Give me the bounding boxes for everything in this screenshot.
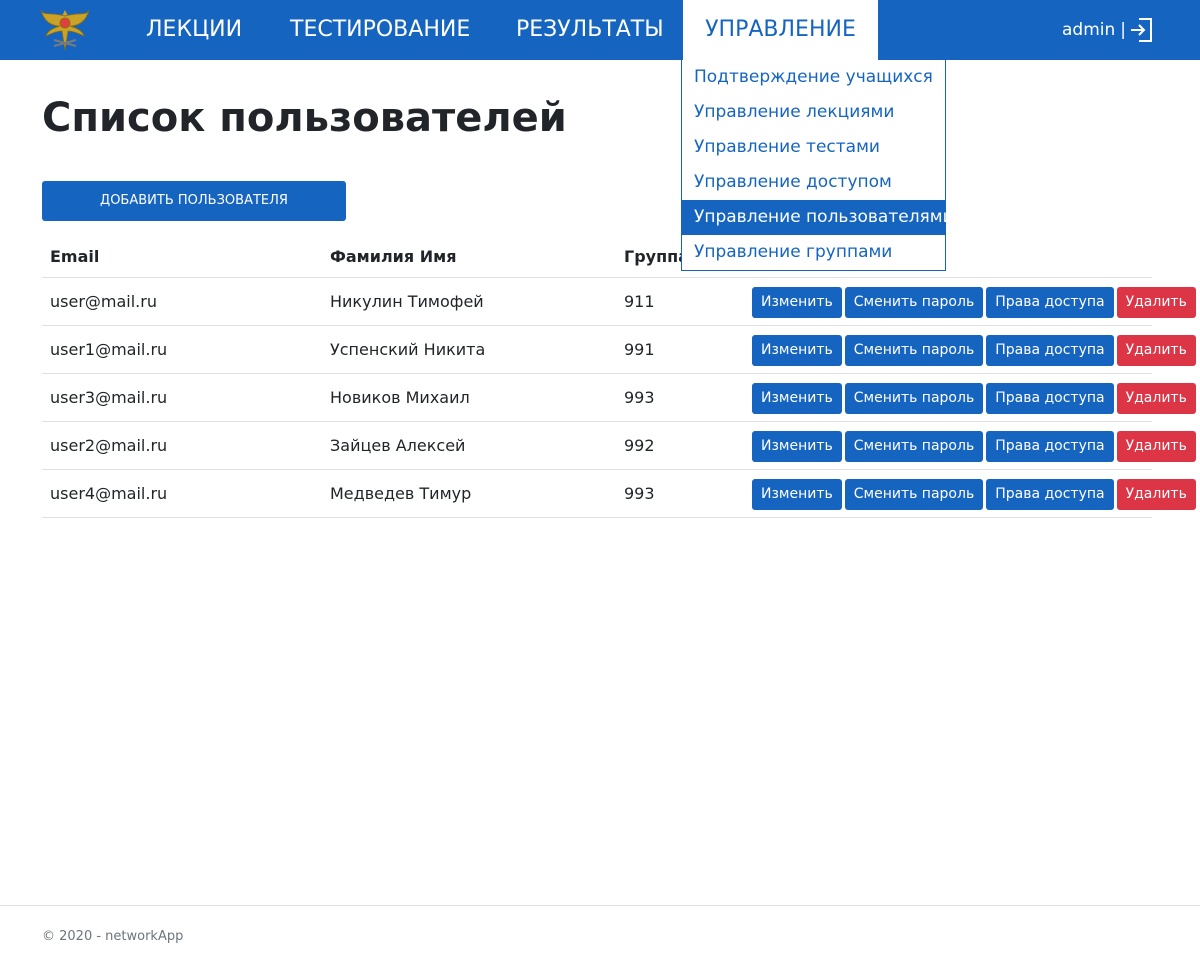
cell-group: 991 (624, 340, 655, 359)
dropdown-item-manage-groups[interactable]: Управление группами (682, 235, 945, 270)
footer-copyright: © 2020 - networkApp (42, 929, 184, 944)
row-actions: Изменить Сменить пароль Права доступа Уд… (752, 431, 1196, 462)
page-title: Список пользователей (42, 95, 567, 141)
access-rights-button[interactable]: Права доступа (986, 479, 1114, 510)
user-area: admin | (1062, 0, 1154, 60)
row-actions: Изменить Сменить пароль Права доступа Уд… (752, 335, 1196, 366)
row-actions: Изменить Сменить пароль Права доступа Уд… (752, 479, 1196, 510)
user-separator: | (1120, 20, 1126, 40)
username[interactable]: admin (1062, 20, 1115, 40)
change-password-button[interactable]: Сменить пароль (844, 383, 984, 414)
table-row: user2@mail.ru Зайцев Алексей 992 Изменит… (42, 422, 1196, 470)
cell-group: 992 (624, 436, 655, 455)
edit-button[interactable]: Изменить (752, 287, 842, 318)
table-header: Email Фамилия Имя Группа (42, 237, 1152, 278)
delete-button[interactable]: Удалить (1116, 287, 1196, 318)
cell-email: user3@mail.ru (50, 388, 168, 407)
delete-button[interactable]: Удалить (1116, 383, 1196, 414)
cell-group: 993 (624, 484, 655, 503)
change-password-button[interactable]: Сменить пароль (844, 335, 984, 366)
cell-group: 993 (624, 388, 655, 407)
cell-name: Медведев Тимур (330, 484, 472, 503)
table-row: user1@mail.ru Успенский Никита 991 Измен… (42, 326, 1196, 374)
cell-email: user@mail.ru (50, 292, 157, 311)
change-password-button[interactable]: Сменить пароль (844, 431, 984, 462)
delete-button[interactable]: Удалить (1116, 479, 1196, 510)
edit-button[interactable]: Изменить (752, 335, 842, 366)
change-password-button[interactable]: Сменить пароль (844, 479, 984, 510)
cell-email: user2@mail.ru (50, 436, 168, 455)
row-actions: Изменить Сменить пароль Права доступа Уд… (752, 383, 1196, 414)
footer: © 2020 - networkApp (0, 905, 1200, 960)
eagle-emblem-icon[interactable] (40, 6, 90, 52)
nav-results[interactable]: Результаты (516, 0, 664, 60)
nav-lectures[interactable]: Лекции (146, 0, 242, 60)
dropdown-item-manage-users[interactable]: Управление пользователями (682, 200, 954, 235)
edit-button[interactable]: Изменить (752, 431, 842, 462)
navbar: Лекции Тестирование Результаты Управлени… (0, 0, 1200, 60)
users-table: Email Фамилия Имя Группа user@mail.ru Ни… (42, 237, 1196, 518)
cell-email: user4@mail.ru (50, 484, 168, 503)
access-rights-button[interactable]: Права доступа (986, 431, 1114, 462)
edit-button[interactable]: Изменить (752, 479, 842, 510)
cell-email: user1@mail.ru (50, 340, 168, 359)
header-group: Группа (624, 247, 689, 266)
dropdown-item-manage-access[interactable]: Управление доступом (682, 165, 945, 200)
cell-name: Никулин Тимофей (330, 292, 484, 311)
dropdown-item-manage-lectures[interactable]: Управление лекциями (682, 95, 945, 130)
edit-button[interactable]: Изменить (752, 383, 842, 414)
nav-management[interactable]: Управление (683, 0, 878, 60)
header-name: Фамилия Имя (330, 247, 457, 266)
access-rights-button[interactable]: Права доступа (986, 287, 1114, 318)
add-user-button[interactable]: Добавить пользователя (42, 181, 346, 221)
management-dropdown: Подтверждение учащихся Управление лекция… (681, 60, 954, 271)
cell-group: 911 (624, 292, 655, 311)
delete-button[interactable]: Удалить (1116, 335, 1196, 366)
cell-name: Зайцев Алексей (330, 436, 466, 455)
access-rights-button[interactable]: Права доступа (986, 383, 1114, 414)
table-row: user3@mail.ru Новиков Михаил 993 Изменит… (42, 374, 1196, 422)
cell-name: Новиков Михаил (330, 388, 470, 407)
table-row: user4@mail.ru Медведев Тимур 993 Изменит… (42, 470, 1196, 518)
table-row: user@mail.ru Никулин Тимофей 911 Изменит… (42, 278, 1196, 326)
logout-icon[interactable] (1130, 17, 1154, 43)
delete-button[interactable]: Удалить (1116, 431, 1196, 462)
row-actions: Изменить Сменить пароль Права доступа Уд… (752, 287, 1196, 318)
header-email: Email (50, 247, 100, 266)
cell-name: Успенский Никита (330, 340, 486, 359)
nav-testing[interactable]: Тестирование (290, 0, 470, 60)
dropdown-item-confirm-students[interactable]: Подтверждение учащихся (682, 60, 945, 95)
change-password-button[interactable]: Сменить пароль (844, 287, 984, 318)
access-rights-button[interactable]: Права доступа (986, 335, 1114, 366)
dropdown-item-manage-tests[interactable]: Управление тестами (682, 130, 945, 165)
